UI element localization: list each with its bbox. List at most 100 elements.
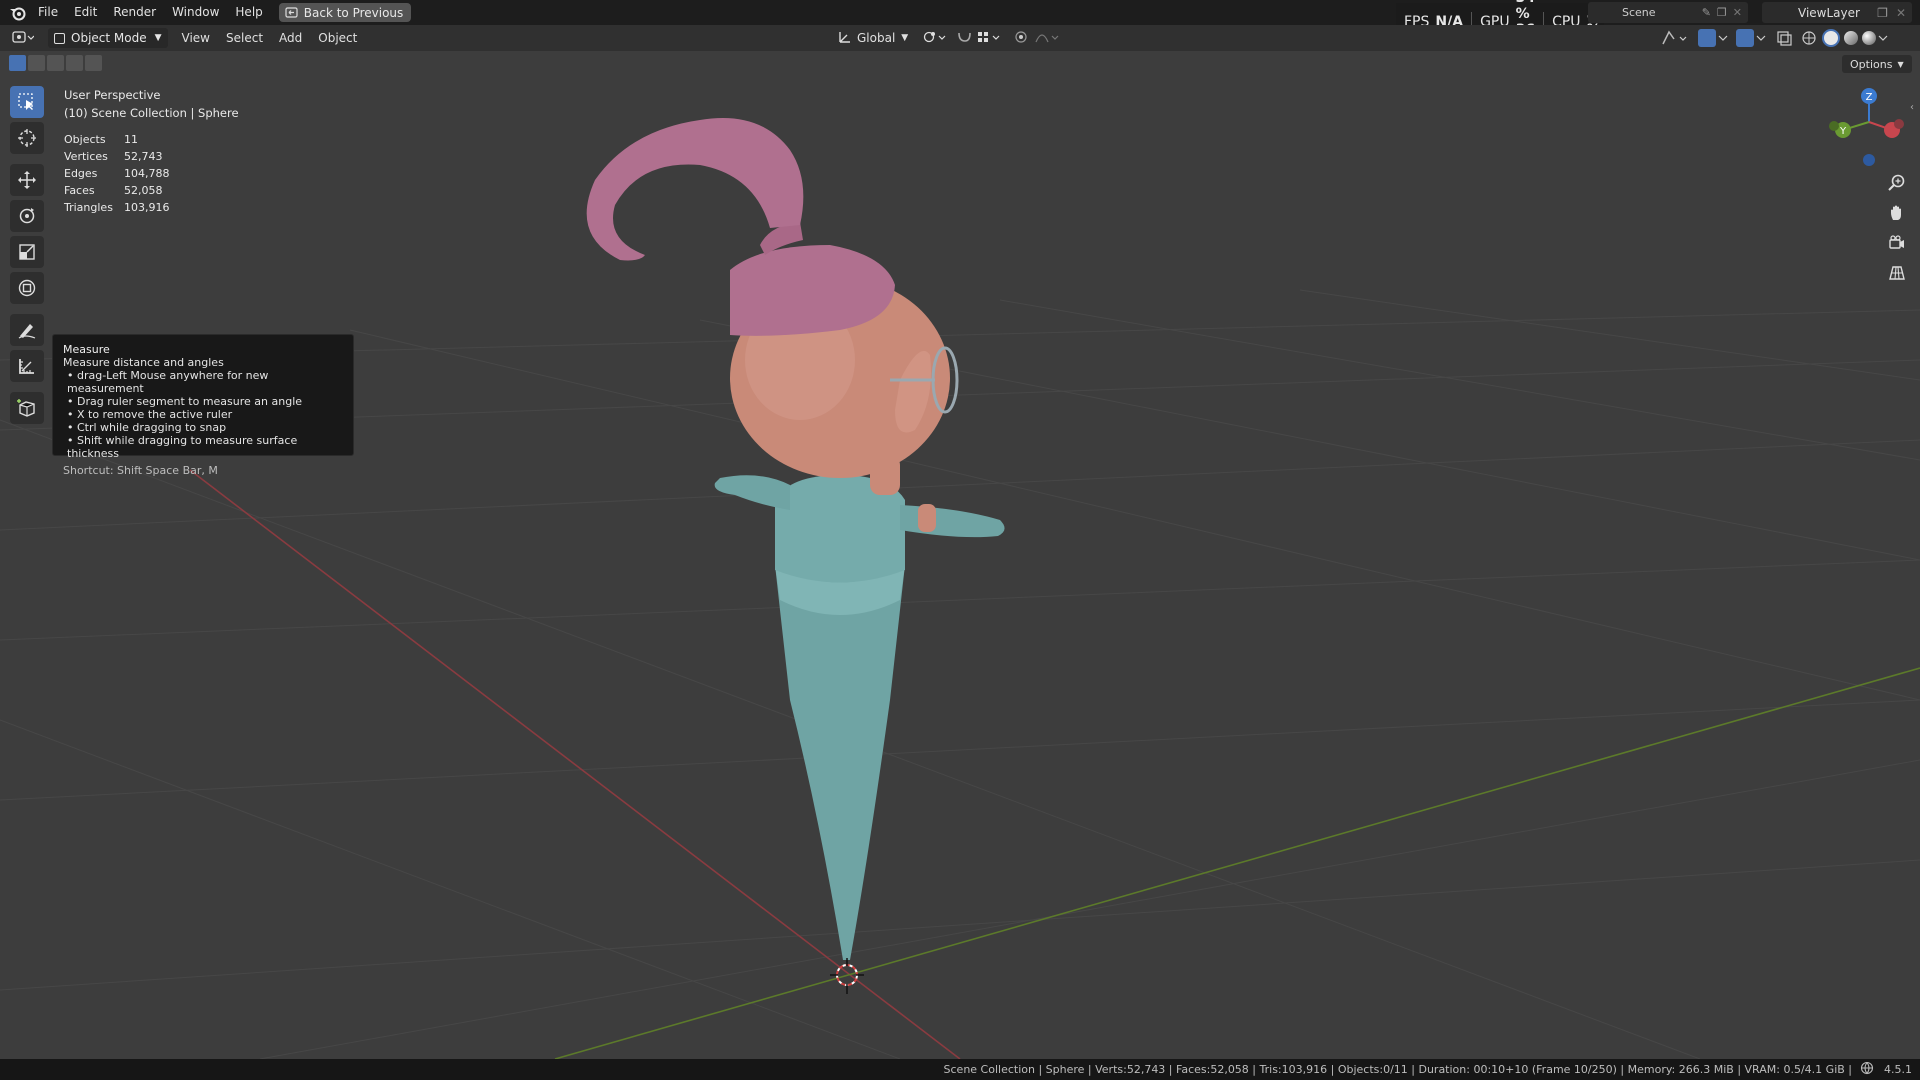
viewlayer-selector[interactable]: ViewLayer ❐ ✕ (1762, 2, 1912, 23)
orientation-dropdown[interactable]: Global ▼ (838, 28, 908, 48)
close-icon[interactable]: ✕ (1733, 6, 1742, 19)
rotate-tool[interactable] (10, 200, 44, 232)
scale-icon (19, 244, 35, 260)
xray-icon[interactable] (1774, 30, 1796, 46)
status-bar: Scene Collection | Sphere | Verts:52,743… (0, 1059, 1920, 1080)
orientation-label: Global (857, 31, 896, 45)
select-box-icon (18, 93, 33, 110)
menu-window[interactable]: Window (164, 0, 227, 25)
header-menu-object[interactable]: Object (310, 31, 365, 45)
overlay-toggle-icon[interactable] (1736, 29, 1754, 47)
menu-file[interactable]: File (30, 0, 66, 25)
ortho-toggle-button[interactable] (1884, 260, 1910, 286)
perspective-label: User Perspective (64, 88, 161, 102)
viewport-canvas[interactable]: Z Y (0, 51, 1920, 1059)
proportional-icon (1014, 30, 1060, 47)
sidebar-toggle-icon[interactable]: ‹ (1910, 102, 1914, 113)
measure-tooltip: Measure Measure distance and angles • dr… (52, 334, 354, 477)
stats-label: Faces (64, 184, 95, 197)
pan-button[interactable] (1884, 200, 1910, 226)
svg-text:Z: Z (1866, 92, 1873, 103)
globe-icon (1860, 1061, 1874, 1078)
header-menu-add[interactable]: Add (271, 31, 310, 45)
add-cube-tool[interactable] (10, 392, 44, 424)
menu-help[interactable]: Help (227, 0, 270, 25)
shading-rendered-icon[interactable] (1862, 31, 1876, 45)
visibility-controls[interactable] (1660, 28, 1890, 48)
new-scene-icon[interactable]: ❐ (1717, 6, 1727, 19)
tooltip-bullet: • drag-Left Mouse anywhere for new measu… (67, 369, 269, 395)
pivot-icon (922, 30, 948, 47)
shading-solid-icon[interactable] (1822, 29, 1840, 47)
svg-text:Y: Y (1839, 126, 1847, 137)
tooltip-bullet: • Drag ruler segment to measure an angle (67, 395, 303, 408)
chevron-down-icon: ▼ (154, 33, 162, 43)
tooltip-bullet: • Ctrl while dragging to snap (67, 421, 227, 434)
annotate-icon (18, 324, 36, 339)
stats-row: Objects 11 (64, 131, 170, 148)
stats-label: Vertices (64, 150, 108, 163)
tooltip-bullet: • X to remove the active ruler (67, 408, 233, 421)
camera-view-button[interactable] (1884, 230, 1910, 256)
shading-wireframe-icon[interactable] (1800, 30, 1818, 46)
hand-icon (1891, 205, 1901, 220)
transform-icon (18, 279, 36, 297)
add-cube-icon (17, 399, 35, 417)
pivot-point-dropdown[interactable] (922, 28, 948, 48)
close-icon[interactable]: ✕ (1896, 6, 1906, 20)
stats-row: Vertices 52,743 (64, 148, 170, 165)
gizmo-toggle-icon[interactable] (1698, 29, 1716, 47)
character-left-arm (714, 475, 790, 510)
proportional-editing[interactable] (1014, 28, 1060, 48)
object-mode-dropdown[interactable]: Object Mode ▼ (48, 28, 168, 48)
camera-icon (1889, 235, 1904, 249)
stats-value: 52,058 (124, 184, 163, 197)
version-label: 4.5.1 (1884, 1063, 1912, 1076)
annotate-tool[interactable] (10, 314, 44, 346)
snap-icon (956, 30, 1004, 47)
stats-row: Triangles 103,916 (64, 199, 170, 216)
menu-render[interactable]: Render (105, 0, 164, 25)
header-menu-select[interactable]: Select (218, 31, 271, 45)
chevron-down-icon[interactable] (1716, 31, 1730, 45)
scene-selector[interactable]: Scene ✎ ❐ ✕ (1588, 2, 1748, 23)
scene-label: Scene (1622, 6, 1656, 19)
new-viewlayer-icon[interactable]: ❐ (1877, 6, 1888, 20)
character-right-arm (900, 505, 1005, 538)
scene-statistics: Objects 11 Vertices 52,743 Edges 104,788 Fa… (64, 131, 170, 216)
tooltip-shortcut: Shortcut: Shift Space Bar, M (63, 464, 218, 477)
stats-value: 52,743 (124, 150, 163, 163)
stats-value: 11 (124, 133, 138, 146)
object-mode-label: Object Mode (71, 31, 147, 45)
y-axis-line (554, 667, 1920, 1059)
selectability-icon[interactable] (1660, 30, 1694, 46)
stats-row: Edges 104,788 (64, 165, 170, 182)
chevron-down-icon: ▼ (901, 33, 909, 43)
measure-tool[interactable] (10, 350, 44, 382)
orientation-icon (838, 30, 852, 47)
editor-type-icon[interactable] (12, 30, 35, 47)
zoom-button[interactable] (1884, 170, 1910, 196)
chevron-down-icon[interactable] (1754, 31, 1768, 45)
chevron-down-icon[interactable] (1876, 31, 1890, 45)
back-to-previous-button[interactable]: Back to Previous (278, 3, 412, 22)
header-menu-view[interactable]: View (174, 31, 218, 45)
move-icon (18, 171, 36, 189)
navigation-gizmo: Z Y (1829, 88, 1904, 166)
blender-logo-icon[interactable] (6, 2, 30, 24)
snap-controls[interactable] (956, 28, 1004, 48)
select-box-tool[interactable] (10, 86, 44, 118)
viewlayer-label: ViewLayer (1798, 5, 1860, 20)
zoom-icon (1888, 174, 1905, 191)
grid-icon (1889, 266, 1905, 280)
stats-value: 104,788 (124, 167, 170, 180)
object-mode-icon (54, 32, 65, 44)
move-tool[interactable] (10, 164, 44, 196)
menu-edit[interactable]: Edit (66, 0, 105, 25)
shading-material-icon[interactable] (1844, 31, 1858, 45)
cursor-tool[interactable] (10, 122, 44, 154)
transform-tool[interactable] (10, 272, 44, 304)
scale-tool[interactable] (10, 236, 44, 268)
character-body (775, 565, 905, 960)
pin-icon[interactable]: ✎ (1702, 6, 1711, 19)
